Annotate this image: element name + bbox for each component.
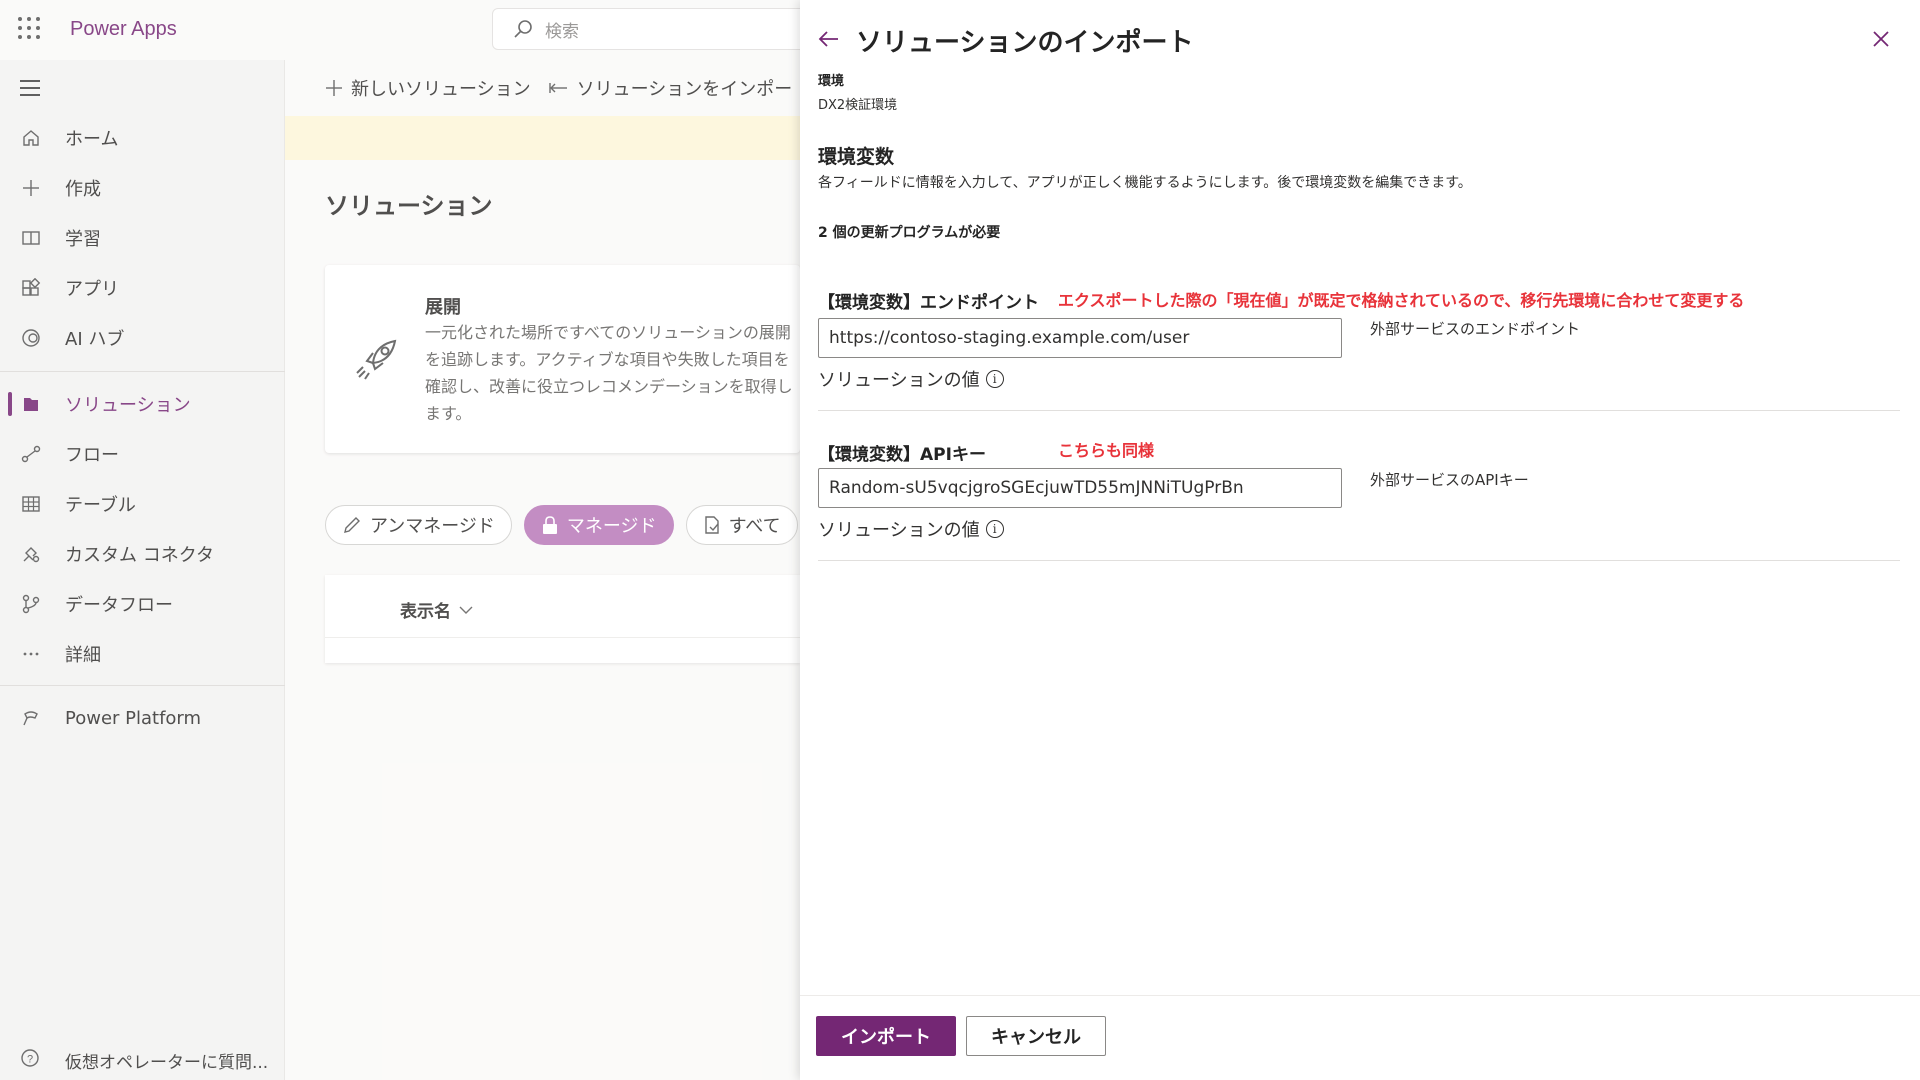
- annotation-note: こちらも同様: [1058, 441, 1155, 460]
- back-arrow-icon[interactable]: [818, 28, 840, 50]
- environment-label: 環境: [818, 74, 845, 89]
- import-solution-panel: ソリューションのインポート 環境 DX2検証環境 環境変数 各フィールドに情報を…: [800, 0, 1920, 1080]
- cancel-button[interactable]: キャンセル: [966, 1016, 1106, 1056]
- solution-value-label: ソリューションの値 i: [818, 366, 1004, 392]
- endpoint-input[interactable]: https://contoso-staging.example.com/user: [818, 318, 1342, 358]
- updates-needed: 2 個の更新プログラムが必要: [818, 225, 1001, 241]
- info-icon[interactable]: i: [985, 520, 1004, 538]
- variable-label-api-key: 【環境変数】APIキー: [818, 445, 986, 465]
- solution-value-label: ソリューションの値 i: [818, 516, 1004, 542]
- close-icon[interactable]: [1872, 30, 1890, 48]
- variable-description: 外部サービスのAPIキー: [1370, 471, 1529, 489]
- solution-value-text: ソリューションの値: [818, 520, 980, 541]
- section-title: 環境変数: [818, 146, 895, 168]
- panel-title: ソリューションのインポート: [856, 28, 1194, 58]
- section-description: 各フィールドに情報を入力して、アプリが正しく機能するようにします。後で環境変数を…: [818, 175, 1472, 191]
- section-divider: [818, 410, 1900, 411]
- footer-divider: [800, 995, 1920, 996]
- annotation-note: エクスポートした際の「現在値」が既定で格納されているので、移行先環境に合わせて変…: [1058, 291, 1745, 310]
- section-divider: [818, 560, 1900, 561]
- solution-value-text: ソリューションの値: [818, 370, 980, 391]
- variable-label-endpoint: 【環境変数】エンドポイント: [818, 293, 1039, 313]
- environment-value: DX2検証環境: [818, 98, 898, 113]
- import-button[interactable]: インポート: [816, 1016, 956, 1056]
- info-icon[interactable]: i: [985, 370, 1004, 388]
- api-key-input[interactable]: Random-sU5vqcjgroSGEcjuwTD55mJNNiTUgPrBn: [818, 468, 1342, 508]
- variable-description: 外部サービスのエンドポイント: [1370, 320, 1581, 338]
- modal-overlay[interactable]: [0, 0, 800, 1080]
